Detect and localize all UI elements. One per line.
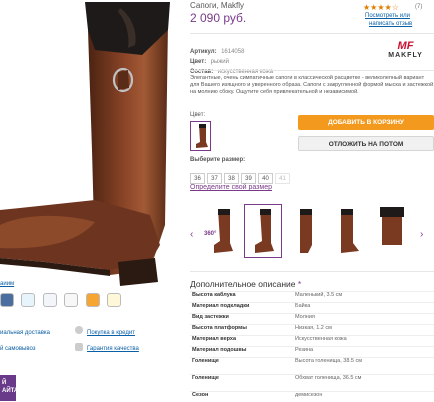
spec-key: Сезон [190, 392, 293, 402]
size-guide-link[interactable]: Определите свой размер [190, 184, 272, 191]
table-row: Материал верхаИскусственная кожа [190, 336, 434, 347]
size-label: Выберите размер: [190, 157, 245, 163]
brand-logo-text: MAKFLY [383, 52, 428, 59]
product-description: Элегантные, очень симпатичные сапоги в к… [190, 75, 434, 96]
table-row: Сезондемисезон [190, 392, 434, 402]
spec-value: Молния [293, 314, 434, 325]
link-pickup[interactable]: й самовывоз [0, 346, 35, 352]
spec-value: Байка [293, 303, 434, 314]
reviews-link-2[interactable]: написать отзыв [369, 21, 412, 27]
spec-value: демисезон [293, 392, 434, 402]
spec-key: Материал верха [190, 336, 293, 347]
product-price: 2 090 руб. [190, 11, 246, 25]
spec-value: Низкая, 1.2 см [293, 325, 434, 336]
divider-3 [190, 271, 434, 272]
table-row: ГоленищеОбхват голенища, 36.5 см [190, 375, 434, 392]
size-option[interactable]: 36 [190, 173, 205, 184]
thumbnail-3[interactable] [331, 205, 367, 257]
table-row: Высота платформыНизкая, 1.2 см [190, 325, 434, 336]
thumbnail-360[interactable]: 360° [202, 205, 238, 257]
boot-thumb-icon [288, 205, 324, 257]
twitter-icon[interactable] [21, 293, 35, 307]
spec-key: Вид застежки [190, 314, 293, 325]
thumbnail-2[interactable] [288, 205, 324, 257]
rating-stars: ★★★★☆ [363, 3, 399, 12]
badge-line1: Й [2, 379, 16, 387]
quality-icon [75, 343, 83, 351]
thumbnail-carousel: ‹ 360° › [190, 205, 434, 265]
table-row: Вид застежкиМолния [190, 314, 434, 325]
thumbnail-4[interactable] [374, 205, 410, 257]
swatch-boot-icon [191, 122, 210, 150]
size-option[interactable]: 39 [241, 173, 256, 184]
share-label: aиим [0, 281, 14, 287]
size-selector: 363738394041 [190, 167, 292, 185]
divider [190, 33, 434, 34]
table-row: Материал подошвыРезина [190, 347, 434, 358]
boot-thumb-icon [331, 205, 367, 257]
credit-icon [75, 326, 83, 334]
table-row: Материал подкладкиБайка [190, 303, 434, 314]
color-swatch[interactable] [190, 121, 211, 151]
postpone-button[interactable]: ОТЛОЖИТЬ НА ПОТОМ [298, 136, 434, 151]
spec-key: Материал подошвы [190, 347, 293, 358]
table-row: Высота каблукаМаленький, 3.5 см [190, 292, 434, 303]
thumbnail-1[interactable] [245, 205, 281, 257]
swatch-label: Цвет: [190, 112, 205, 118]
brand-logo-mark: MF [383, 40, 428, 52]
link-quality[interactable]: Гарантия качества [87, 346, 139, 352]
badge-line2: АЙТА [2, 387, 16, 395]
reviews-link[interactable]: Посмотреть или [365, 13, 410, 19]
add-to-cart-button[interactable]: ДОБАВИТЬ В КОРЗИНУ [298, 115, 434, 130]
spec-key: Материал подкладки [190, 303, 293, 314]
odnoklassniki-icon[interactable] [86, 293, 100, 307]
spec-key: Голенище [190, 375, 293, 392]
spec-key: Голенище [190, 358, 293, 375]
specs-star: * [298, 279, 301, 289]
spec-key: Высота платформы [190, 325, 293, 336]
vk-icon[interactable] [0, 293, 14, 307]
spec-value: Высота голенища, 38.5 см [293, 358, 434, 375]
product-title: Сапоги, Makfly [190, 1, 244, 10]
livejournal-icon[interactable] [43, 293, 57, 307]
email-icon[interactable] [107, 293, 121, 307]
table-row: ГоленищеВысота голенища, 38.5 см [190, 358, 434, 375]
google-icon[interactable] [64, 293, 78, 307]
link-credit[interactable]: Покупка в кредит [87, 330, 135, 336]
spec-value: Обхват голенища, 36.5 см [293, 375, 434, 392]
size-option[interactable]: 38 [224, 173, 239, 184]
specs-title-row: Дополнительное описание * [190, 279, 301, 289]
purple-badge[interactable]: Й АЙТА [0, 375, 16, 401]
specs-title: Дополнительное описание [190, 279, 296, 289]
size-option-disabled: 41 [275, 173, 290, 184]
size-option[interactable]: 40 [258, 173, 273, 184]
specs-table: Высота каблукаМаленький, 3.5 см Материал… [190, 291, 434, 402]
rating-count: (7) [415, 4, 422, 10]
boot-thumb-icon [245, 205, 281, 257]
spec-key: Высота каблука [190, 292, 293, 303]
chevron-left-icon[interactable]: ‹ [190, 229, 193, 240]
link-delivery[interactable]: иальная доставка [0, 330, 50, 336]
spin-360-label: 360° [204, 231, 216, 237]
brand-logo: MF MAKFLY [383, 40, 428, 66]
share-row: aиим [0, 293, 124, 309]
chevron-right-icon[interactable]: › [420, 229, 423, 240]
boot-thumb-icon [374, 205, 410, 257]
spec-value: Маленький, 3.5 см [293, 292, 434, 303]
spec-value: Искусственная кожа [293, 336, 434, 347]
spec-value: Резина [293, 347, 434, 358]
divider-2 [190, 70, 434, 71]
product-main-image[interactable] [0, 0, 175, 290]
size-option[interactable]: 37 [207, 173, 222, 184]
